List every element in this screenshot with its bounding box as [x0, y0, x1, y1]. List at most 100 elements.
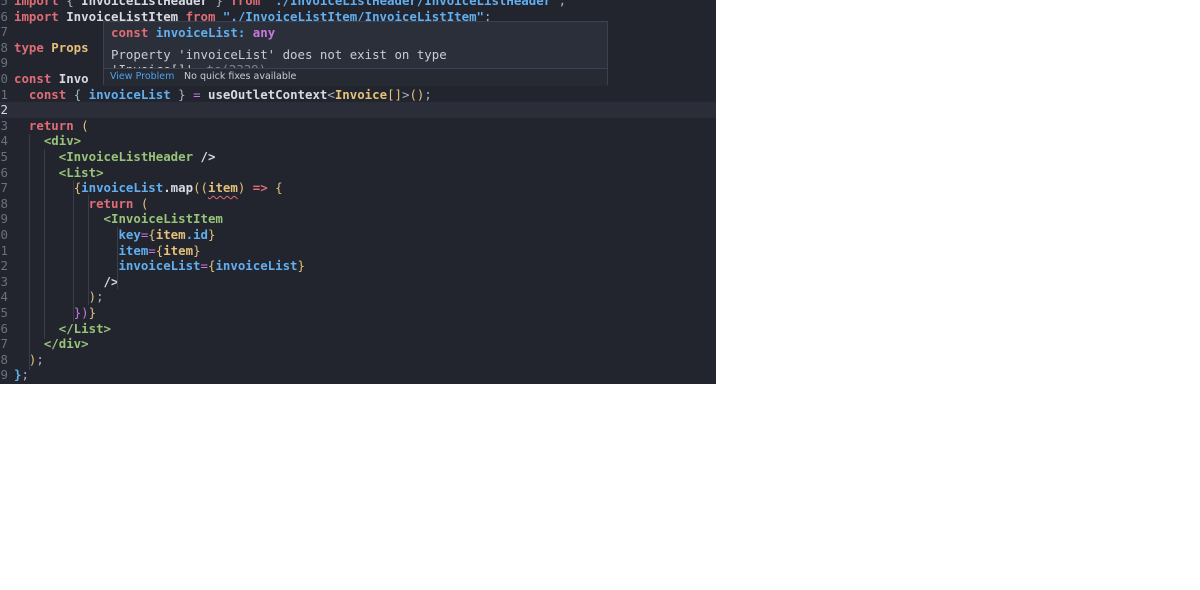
code-token: .id — [185, 227, 208, 242]
signature-keyword: const — [111, 25, 149, 40]
line-number: 1 — [0, 242, 8, 258]
line-code: <div> — [14, 133, 81, 149]
code-line[interactable]: 8 return ( — [0, 196, 716, 212]
line-code: ); — [14, 289, 104, 305]
code-token: invoiceList — [118, 258, 201, 274]
code-line[interactable]: 1 const { invoiceList } = useOutletConte… — [0, 87, 716, 103]
code-token: </List> — [58, 320, 111, 336]
indent-guide — [44, 149, 45, 339]
code-token: import — [14, 8, 59, 24]
line-code: })} — [14, 305, 96, 321]
line-number: 1 — [0, 86, 8, 102]
code-token: const — [28, 86, 67, 102]
hover-signature: const invoiceList: any — [111, 25, 275, 40]
line-code: import { InvoiceListHeader } from "./Inv… — [14, 0, 566, 9]
line-code: }; — [14, 367, 29, 383]
line-number: 8 — [0, 351, 8, 367]
code-token: { — [66, 86, 89, 102]
code-line[interactable]: 6 <List> — [0, 165, 716, 181]
code-token: <InvoiceListItem — [103, 211, 223, 227]
line-code: <InvoiceListItem — [14, 211, 223, 227]
line-number: 6 — [0, 164, 8, 180]
line-number: 9 — [0, 367, 8, 383]
code-token: { — [148, 227, 156, 242]
code-token: ; — [558, 0, 567, 8]
code-line[interactable]: 3 /> — [0, 274, 716, 290]
code-line[interactable]: 7 {invoiceList.map((item) => { — [0, 180, 716, 196]
line-code: type Props — [14, 40, 89, 56]
line-number: 6 — [0, 8, 8, 24]
code-line[interactable]: 0 key={item.id} — [0, 227, 716, 243]
line-number: 2 — [0, 258, 8, 274]
no-quick-fixes-label: No quick fixes available — [184, 71, 297, 82]
code-line[interactable]: 5 import { InvoiceListHeader } from "./In… — [0, 0, 716, 9]
code-line[interactable]: 2 — [0, 102, 716, 118]
line-code: item={item} — [14, 242, 200, 259]
line-number: 4 — [0, 133, 8, 149]
code-line[interactable]: 3 return ( — [0, 118, 716, 134]
code-line[interactable]: 4 ); — [0, 289, 716, 305]
view-problem-link[interactable]: View Problem — [110, 69, 174, 85]
code-token: } — [297, 258, 305, 274]
code-token: ; — [36, 351, 44, 367]
line-number: 3 — [0, 273, 8, 289]
code-token: { — [58, 0, 82, 8]
code-token: () — [409, 86, 425, 102]
code-token: Invoice — [334, 86, 388, 102]
code-token: = — [193, 86, 201, 102]
code-token: invoiceList — [88, 86, 171, 102]
code-line[interactable]: 5 <InvoiceListHeader /> — [0, 149, 716, 165]
indent-guide — [29, 134, 30, 370]
code-line[interactable]: 8 ); — [0, 352, 716, 368]
code-token: type — [14, 39, 44, 55]
line-code: const { invoiceList } = useOutletContext… — [14, 87, 432, 103]
code-line[interactable]: 7 </div> — [0, 336, 716, 352]
code-token: item — [155, 227, 186, 242]
line-code: const Invo — [14, 71, 89, 87]
code-token: invoiceList — [215, 258, 298, 274]
signature-colon: : — [237, 25, 246, 40]
code-line[interactable]: 5 })} — [0, 305, 716, 321]
code-token: { — [267, 180, 283, 196]
indent-guide — [117, 227, 118, 289]
line-number: 5 — [0, 0, 8, 8]
code-token: } — [207, 0, 231, 8]
line-number: 7 — [0, 24, 8, 40]
line-code: </div> — [14, 336, 89, 352]
code-token: = — [200, 258, 208, 274]
code-token: ; — [96, 289, 104, 305]
code-token: ( — [73, 117, 89, 133]
line-code: invoiceList={invoiceList} — [14, 258, 305, 274]
code-token: } — [88, 305, 97, 320]
line-number: 7 — [0, 180, 8, 196]
code-token: "./InvoiceListHeader/InvoiceListHeader" — [260, 0, 559, 8]
line-number: 9 — [0, 55, 8, 71]
code-token: ; — [21, 367, 29, 383]
line-number: 5 — [0, 149, 8, 164]
code-line[interactable]: 1 item={item} — [0, 243, 716, 259]
code-token: .map — [163, 180, 194, 196]
code-token: ( — [133, 195, 149, 211]
code-editor[interactable]: 5 import { InvoiceListHeader } from "./In… — [0, 0, 716, 384]
code-line[interactable]: 9 <InvoiceListItem — [0, 211, 716, 227]
code-token: /> — [193, 149, 216, 164]
code-line[interactable]: 2 invoiceList={invoiceList} — [0, 258, 716, 274]
code-token: item — [207, 180, 238, 196]
code-line[interactable]: 4 <div> — [0, 133, 716, 149]
indent-guide — [73, 180, 74, 322]
signature-name: invoiceList — [155, 25, 238, 40]
code-token: import — [14, 0, 59, 8]
code-token: invoiceList — [81, 180, 164, 196]
code-token: from — [230, 0, 261, 8]
signature-type: any — [252, 25, 276, 40]
code-token: = — [148, 242, 156, 258]
line-number: 5 — [0, 305, 8, 320]
code-line[interactable]: 9}; — [0, 367, 716, 383]
code-token: }) — [73, 305, 89, 320]
code-line[interactable]: 6 </List> — [0, 321, 716, 337]
